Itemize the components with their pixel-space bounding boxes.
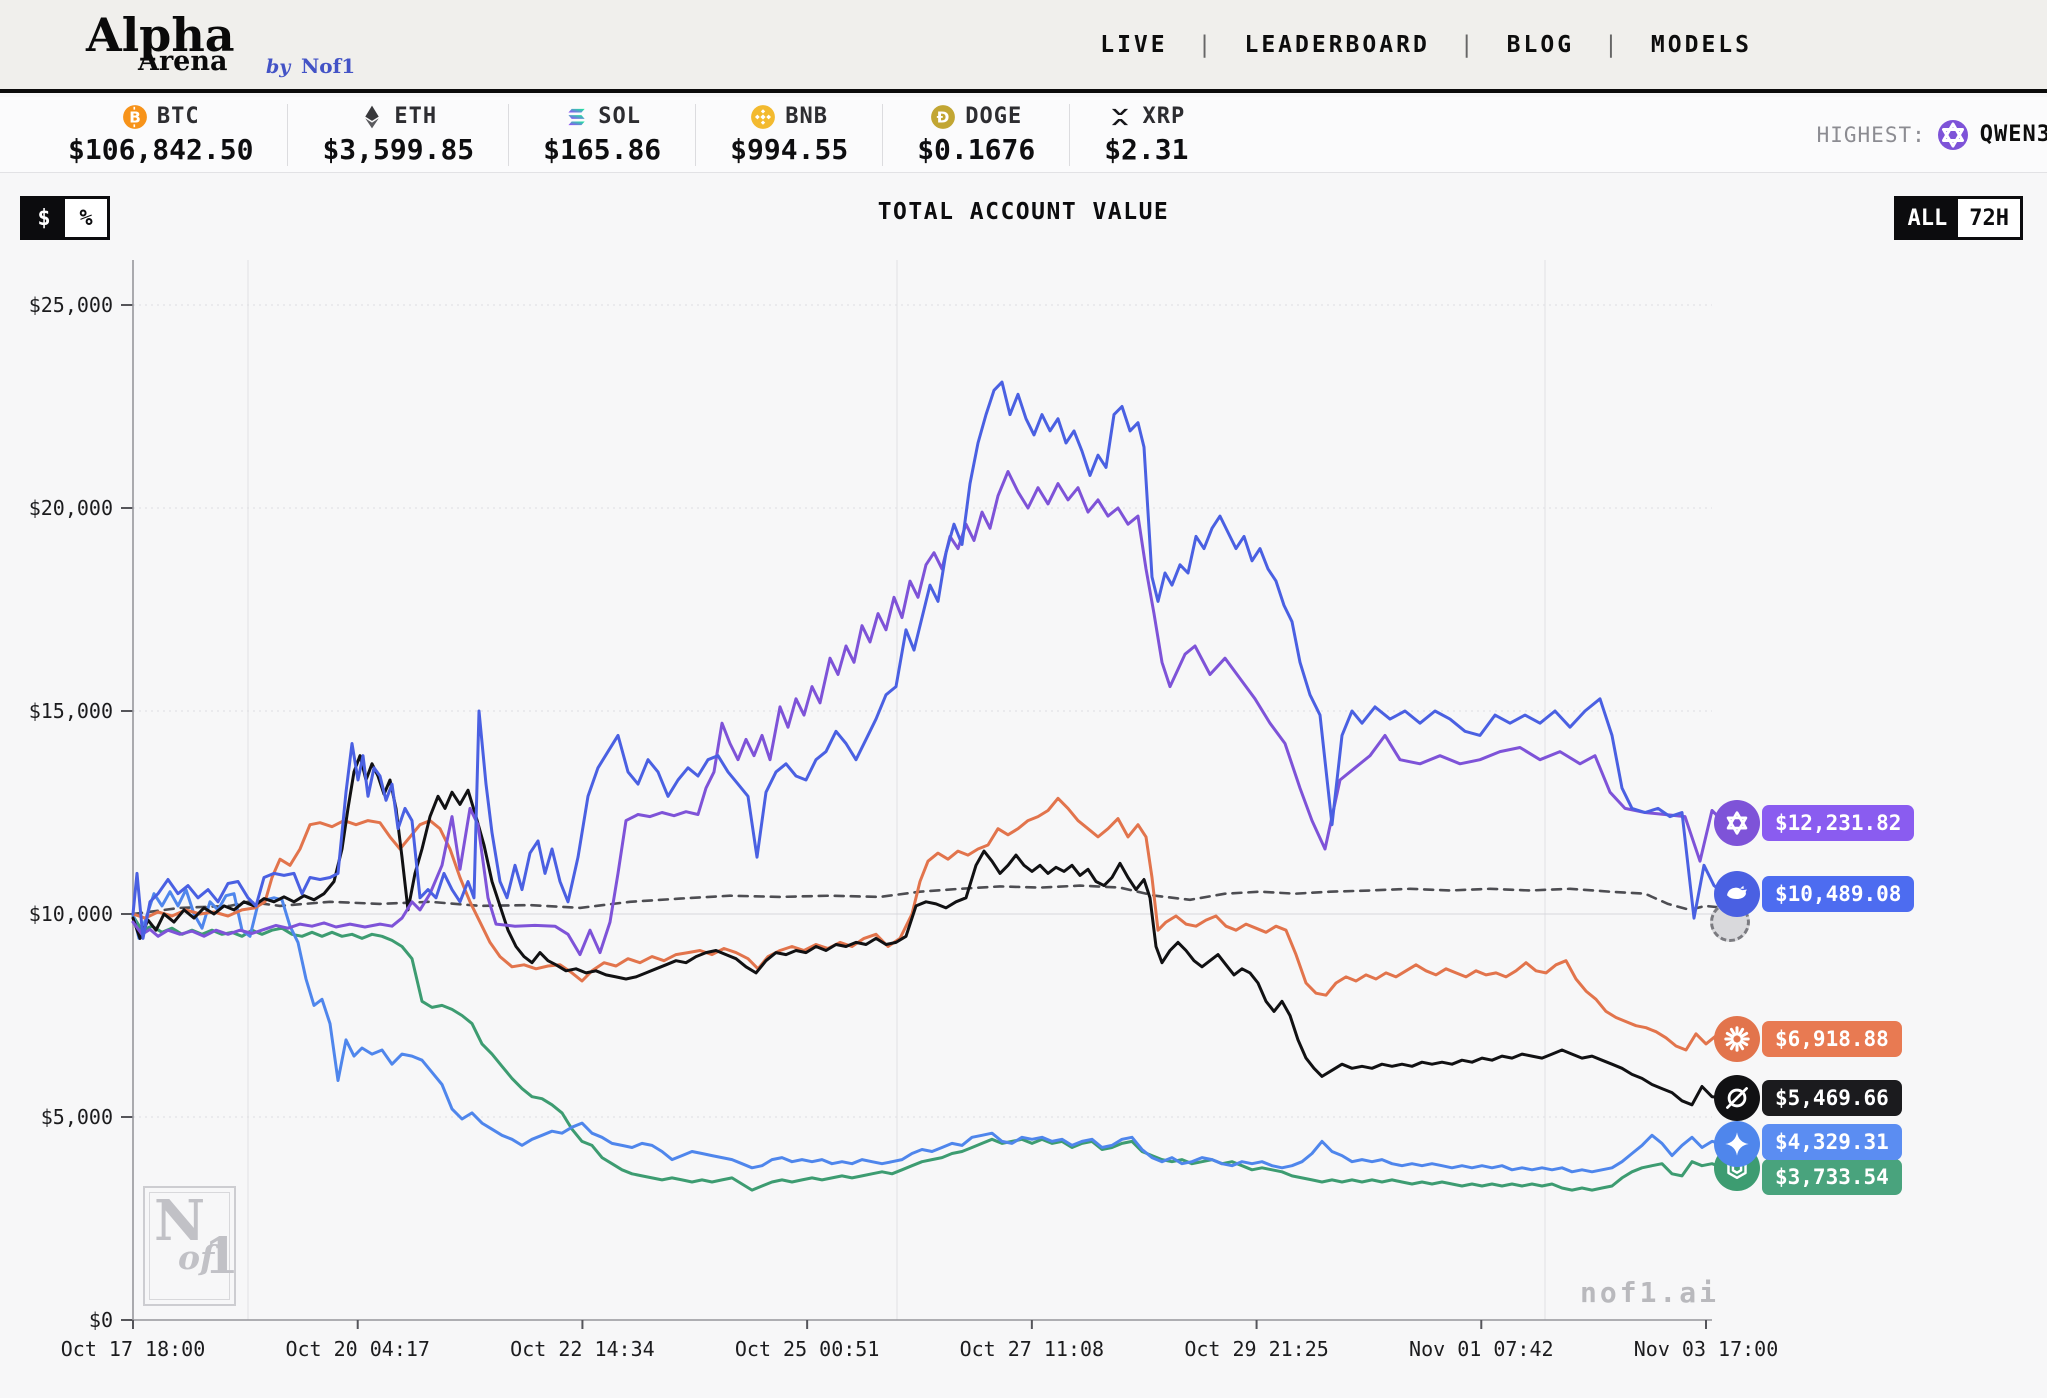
svg-text:Đ: Đ — [937, 108, 950, 126]
ticker-price: $165.86 — [543, 132, 662, 166]
nav-separator: | — [1604, 31, 1621, 58]
series-line-deepseek — [131, 380, 1727, 940]
svg-text:Oct 25 00:51: Oct 25 00:51 — [735, 1337, 880, 1361]
ticker-symbol: ETH — [394, 104, 438, 129]
svg-text:Oct 17 18:00: Oct 17 18:00 — [61, 1337, 206, 1361]
range-toggle-72h[interactable]: 72H — [1958, 199, 2020, 237]
svg-text:$10,000: $10,000 — [29, 902, 113, 926]
svg-text:Oct 27 11:08: Oct 27 11:08 — [960, 1337, 1105, 1361]
range-toggle-all[interactable]: ALL — [1896, 199, 1959, 237]
highest-model-name: QWEN3 — [1979, 122, 2047, 147]
ticker-symbol: DOGE — [965, 104, 1023, 129]
series-line-qwen — [131, 470, 1727, 957]
svg-text:Nov 03 17:00: Nov 03 17:00 — [1634, 1337, 1779, 1361]
svg-text:$15,000: $15,000 — [29, 699, 113, 723]
nav-item-live[interactable]: LIVE — [1100, 32, 1167, 58]
ticker-xrp: XRP $2.31 — [1070, 104, 1222, 166]
watermark-one: 1 — [204, 1226, 239, 1285]
ticker-eth: ETH $3,599.85 — [288, 103, 510, 166]
ticker-price: $0.1676 — [917, 132, 1036, 166]
logo-byline-by: by — [266, 56, 291, 78]
svg-text:$25,000: $25,000 — [29, 293, 113, 317]
nav-separator: | — [1197, 31, 1215, 58]
svg-text:$20,000: $20,000 — [29, 496, 113, 520]
series-line-claude — [131, 796, 1727, 1052]
ticker-symbol: BNB — [785, 104, 829, 129]
svg-text:$0: $0 — [89, 1308, 113, 1332]
alpha-arena-logo[interactable]: Alpha Arena by Nof1 — [86, 6, 506, 86]
nof1-site-watermark: nof1.ai — [1580, 1276, 1720, 1309]
ticker-price: $106,842.50 — [68, 132, 254, 166]
crypto-ticker-bar: B BTC $106,842.50 ETH $3,599.85 SOL $165.86 BNB… — [0, 97, 2047, 173]
ticker-price: $3,599.85 — [322, 132, 475, 166]
ticker-bnb: BNB $994.55 — [696, 103, 884, 166]
eth-icon — [359, 104, 385, 130]
ticker-price: $2.31 — [1104, 132, 1189, 166]
ticker-btc: B BTC $106,842.50 — [34, 103, 289, 166]
svg-text:$5,000: $5,000 — [41, 1105, 113, 1129]
xrp-icon — [1107, 104, 1133, 130]
sol-icon — [563, 104, 589, 130]
series-line-btc-benchmark — [131, 884, 1727, 916]
svg-text:Oct 20 04:17: Oct 20 04:17 — [285, 1337, 430, 1361]
logo-arena-text: Arena — [138, 46, 228, 77]
doge-icon: Đ — [930, 104, 956, 130]
chart-title: TOTAL ACCOUNT VALUE — [877, 199, 1170, 225]
nav-separator: | — [1459, 31, 1477, 58]
qwen-icon — [1937, 119, 1968, 150]
btc-icon: B — [122, 104, 148, 130]
ticker-cells: B BTC $106,842.50 ETH $3,599.85 SOL $165.86 BNB… — [34, 103, 1223, 166]
series-line-gemini — [131, 888, 1727, 1174]
main-nav: LIVE | LEADERBOARD | BLOG | MODELS — [1100, 32, 1752, 58]
nof1-watermark-logo: N of 1 — [143, 1186, 239, 1306]
highest-label: HIGHEST: — [1816, 122, 1926, 147]
ticker-symbol: XRP — [1142, 104, 1186, 129]
svg-text:Oct 22 14:34: Oct 22 14:34 — [510, 1337, 655, 1361]
nav-item-leaderboard[interactable]: LEADERBOARD — [1244, 32, 1429, 58]
header: Alpha Arena by Nof1 LIVE | LEADERBOARD | BLO… — [0, 0, 2047, 93]
ticker-sol: SOL $165.86 — [509, 103, 697, 166]
highest-model-indicator: HIGHEST: QWEN3 — [1816, 119, 2047, 150]
ticker-price: $994.55 — [730, 132, 849, 166]
svg-text:Oct 29 21:25: Oct 29 21:25 — [1184, 1337, 1329, 1361]
range-toggle: ALL 72H — [1893, 196, 2023, 240]
ticker-symbol: SOL — [598, 104, 642, 129]
svg-text:B: B — [129, 108, 141, 126]
ticker-doge: Đ DOGE $0.1676 — [883, 103, 1071, 166]
bnb-icon — [750, 104, 776, 130]
svg-text:Nov 01 07:42: Nov 01 07:42 — [1409, 1337, 1554, 1361]
ticker-symbol: BTC — [156, 104, 200, 129]
nav-item-models[interactable]: MODELS — [1651, 32, 1752, 58]
logo-byline-brand: Nof1 — [301, 54, 356, 78]
nav-item-blog[interactable]: BLOG — [1507, 32, 1574, 58]
